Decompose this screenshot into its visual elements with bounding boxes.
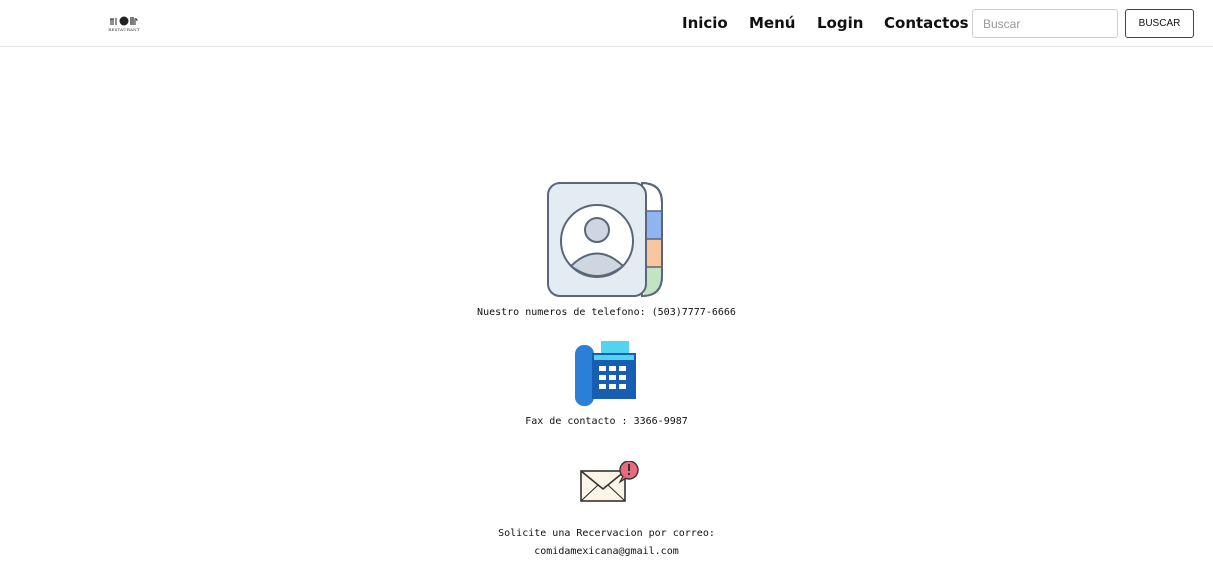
email-address[interactable]: comidamexicana@gmail.com [0,544,1213,560]
fax-machine-icon [575,341,636,406]
mail-notification-icon [580,461,639,502]
phone-text: Nuestro numeros de telefono: (503)7777-6… [477,307,736,318]
fax-text: Fax de contacto : 3366-9987 [525,416,688,427]
email-label: Solicite una Recervacion por correo: [498,528,715,539]
contact-section: Nuestro numeros de telefono: (503)7777-6… [0,0,1213,572]
address-book-icon [547,181,663,298]
